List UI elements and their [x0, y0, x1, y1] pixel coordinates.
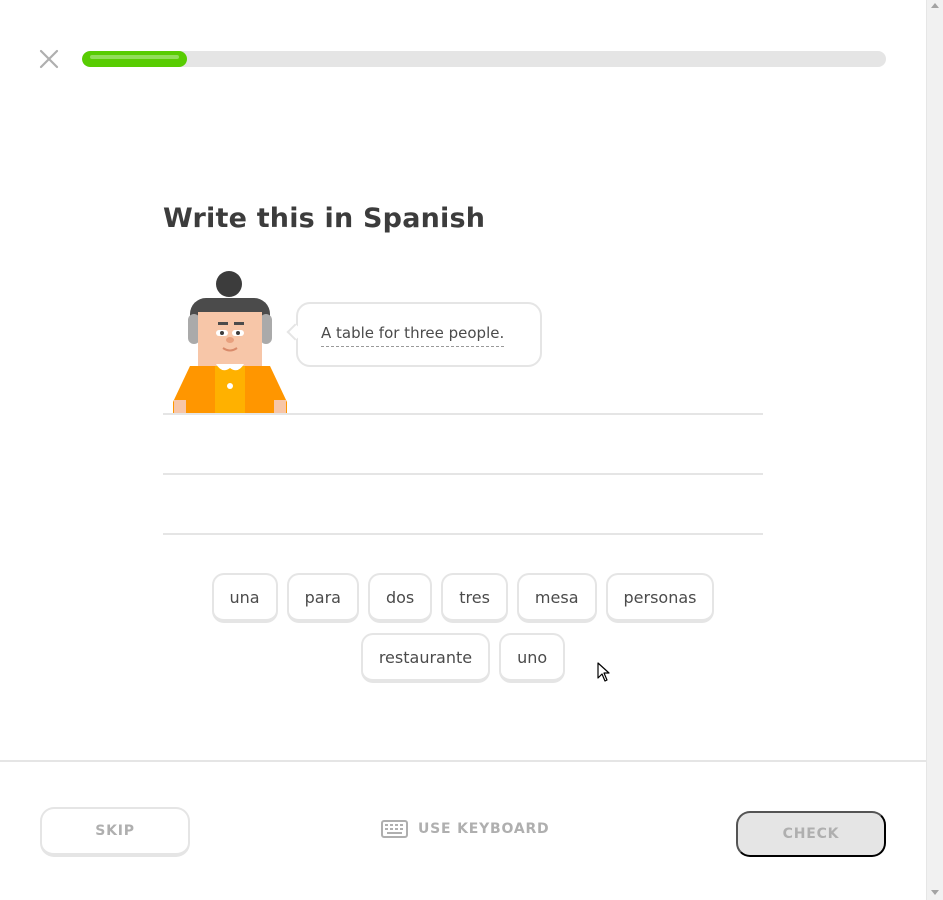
lesson-progress-bar [82, 51, 886, 67]
skip-button[interactable]: SKIP [40, 807, 190, 857]
word-bank-row: una para dos tres mesa personas [163, 573, 763, 623]
character-avatar [170, 270, 290, 415]
mouse-cursor-icon [597, 662, 610, 682]
close-icon [39, 49, 59, 69]
word-tile[interactable]: personas [605, 573, 715, 623]
use-keyboard-label: USE KEYBOARD [418, 821, 550, 837]
close-button[interactable] [36, 46, 62, 72]
word-tile[interactable]: para [286, 573, 359, 623]
use-keyboard-button[interactable]: USE KEYBOARD [381, 816, 549, 842]
word-bank-row: restaurante uno [163, 633, 763, 683]
prompt-sentence[interactable]: A table for three people. [321, 324, 505, 347]
word-tile[interactable]: mesa [516, 573, 597, 623]
word-tile[interactable]: restaurante [360, 633, 491, 683]
lesson-progress-fill [82, 51, 187, 67]
answer-line-3 [163, 533, 763, 535]
challenge-title: Write this in Spanish [163, 203, 486, 234]
answer-line-2 [163, 473, 763, 475]
footer-divider [0, 760, 926, 762]
answer-line-1 [163, 413, 763, 415]
page-scrollbar[interactable] [926, 0, 943, 900]
keyboard-icon [381, 820, 408, 838]
word-bank: una para dos tres mesa personas restaurante uno [163, 573, 763, 693]
check-button[interactable]: CHECK [736, 811, 886, 857]
word-tile[interactable]: tres [441, 573, 508, 623]
word-tile[interactable]: una [211, 573, 278, 623]
word-tile[interactable]: uno [499, 633, 566, 683]
scroll-down-arrow-icon[interactable] [931, 890, 939, 895]
progress-shine [90, 55, 179, 59]
character-illustration [173, 271, 287, 415]
word-tile[interactable]: dos [367, 573, 433, 623]
scroll-up-arrow-icon[interactable] [931, 3, 939, 8]
